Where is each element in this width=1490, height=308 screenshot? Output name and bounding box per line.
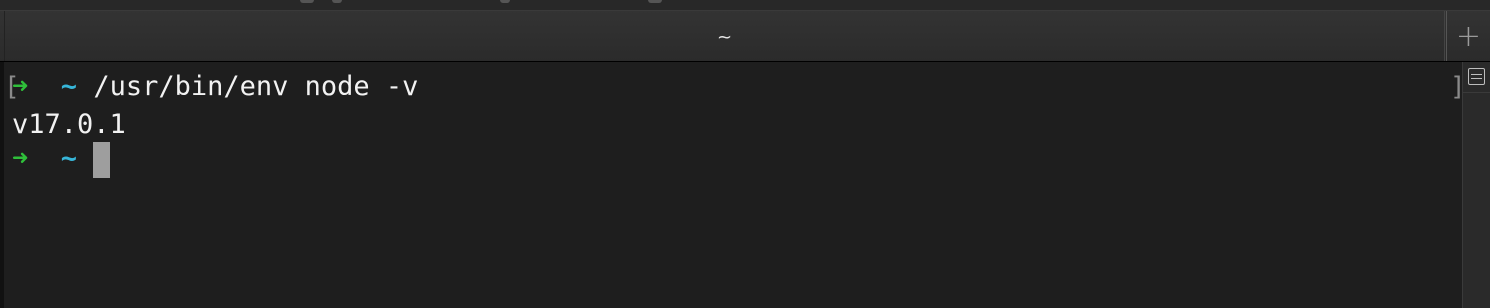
new-tab-button[interactable]: + — [1446, 11, 1490, 61]
terminal-line: ➜ ~ /usr/bin/env node -v — [12, 68, 418, 106]
title-fragment — [500, 0, 510, 3]
terminal-line: v17.0.1 — [12, 106, 126, 144]
window-title-strip — [0, 0, 1490, 11]
text-cursor — [93, 142, 111, 178]
title-fragment — [300, 0, 314, 3]
scrollbar[interactable] — [1462, 62, 1490, 308]
terminal-tab[interactable]: ~ — [4, 11, 1445, 61]
prompt-arrow: ➜ — [12, 143, 29, 174]
terminal-line: ➜ ~ — [12, 140, 111, 178]
command-output: v17.0.1 — [12, 109, 126, 140]
prompt-directory: ~ — [60, 71, 78, 102]
prompt-directory: ~ — [60, 143, 78, 174]
title-fragment — [648, 0, 662, 3]
tab-title: ~ — [716, 27, 733, 48]
prompt-arrow: ➜ — [12, 71, 29, 102]
title-fragment — [332, 0, 342, 3]
scroll-track[interactable] — [1463, 92, 1490, 308]
plus-icon: + — [1455, 18, 1482, 54]
split-pane-icon[interactable] — [1468, 68, 1485, 85]
tab-bar: ~ + — [0, 11, 1490, 62]
command-text: /usr/bin/env node -v — [93, 71, 419, 102]
